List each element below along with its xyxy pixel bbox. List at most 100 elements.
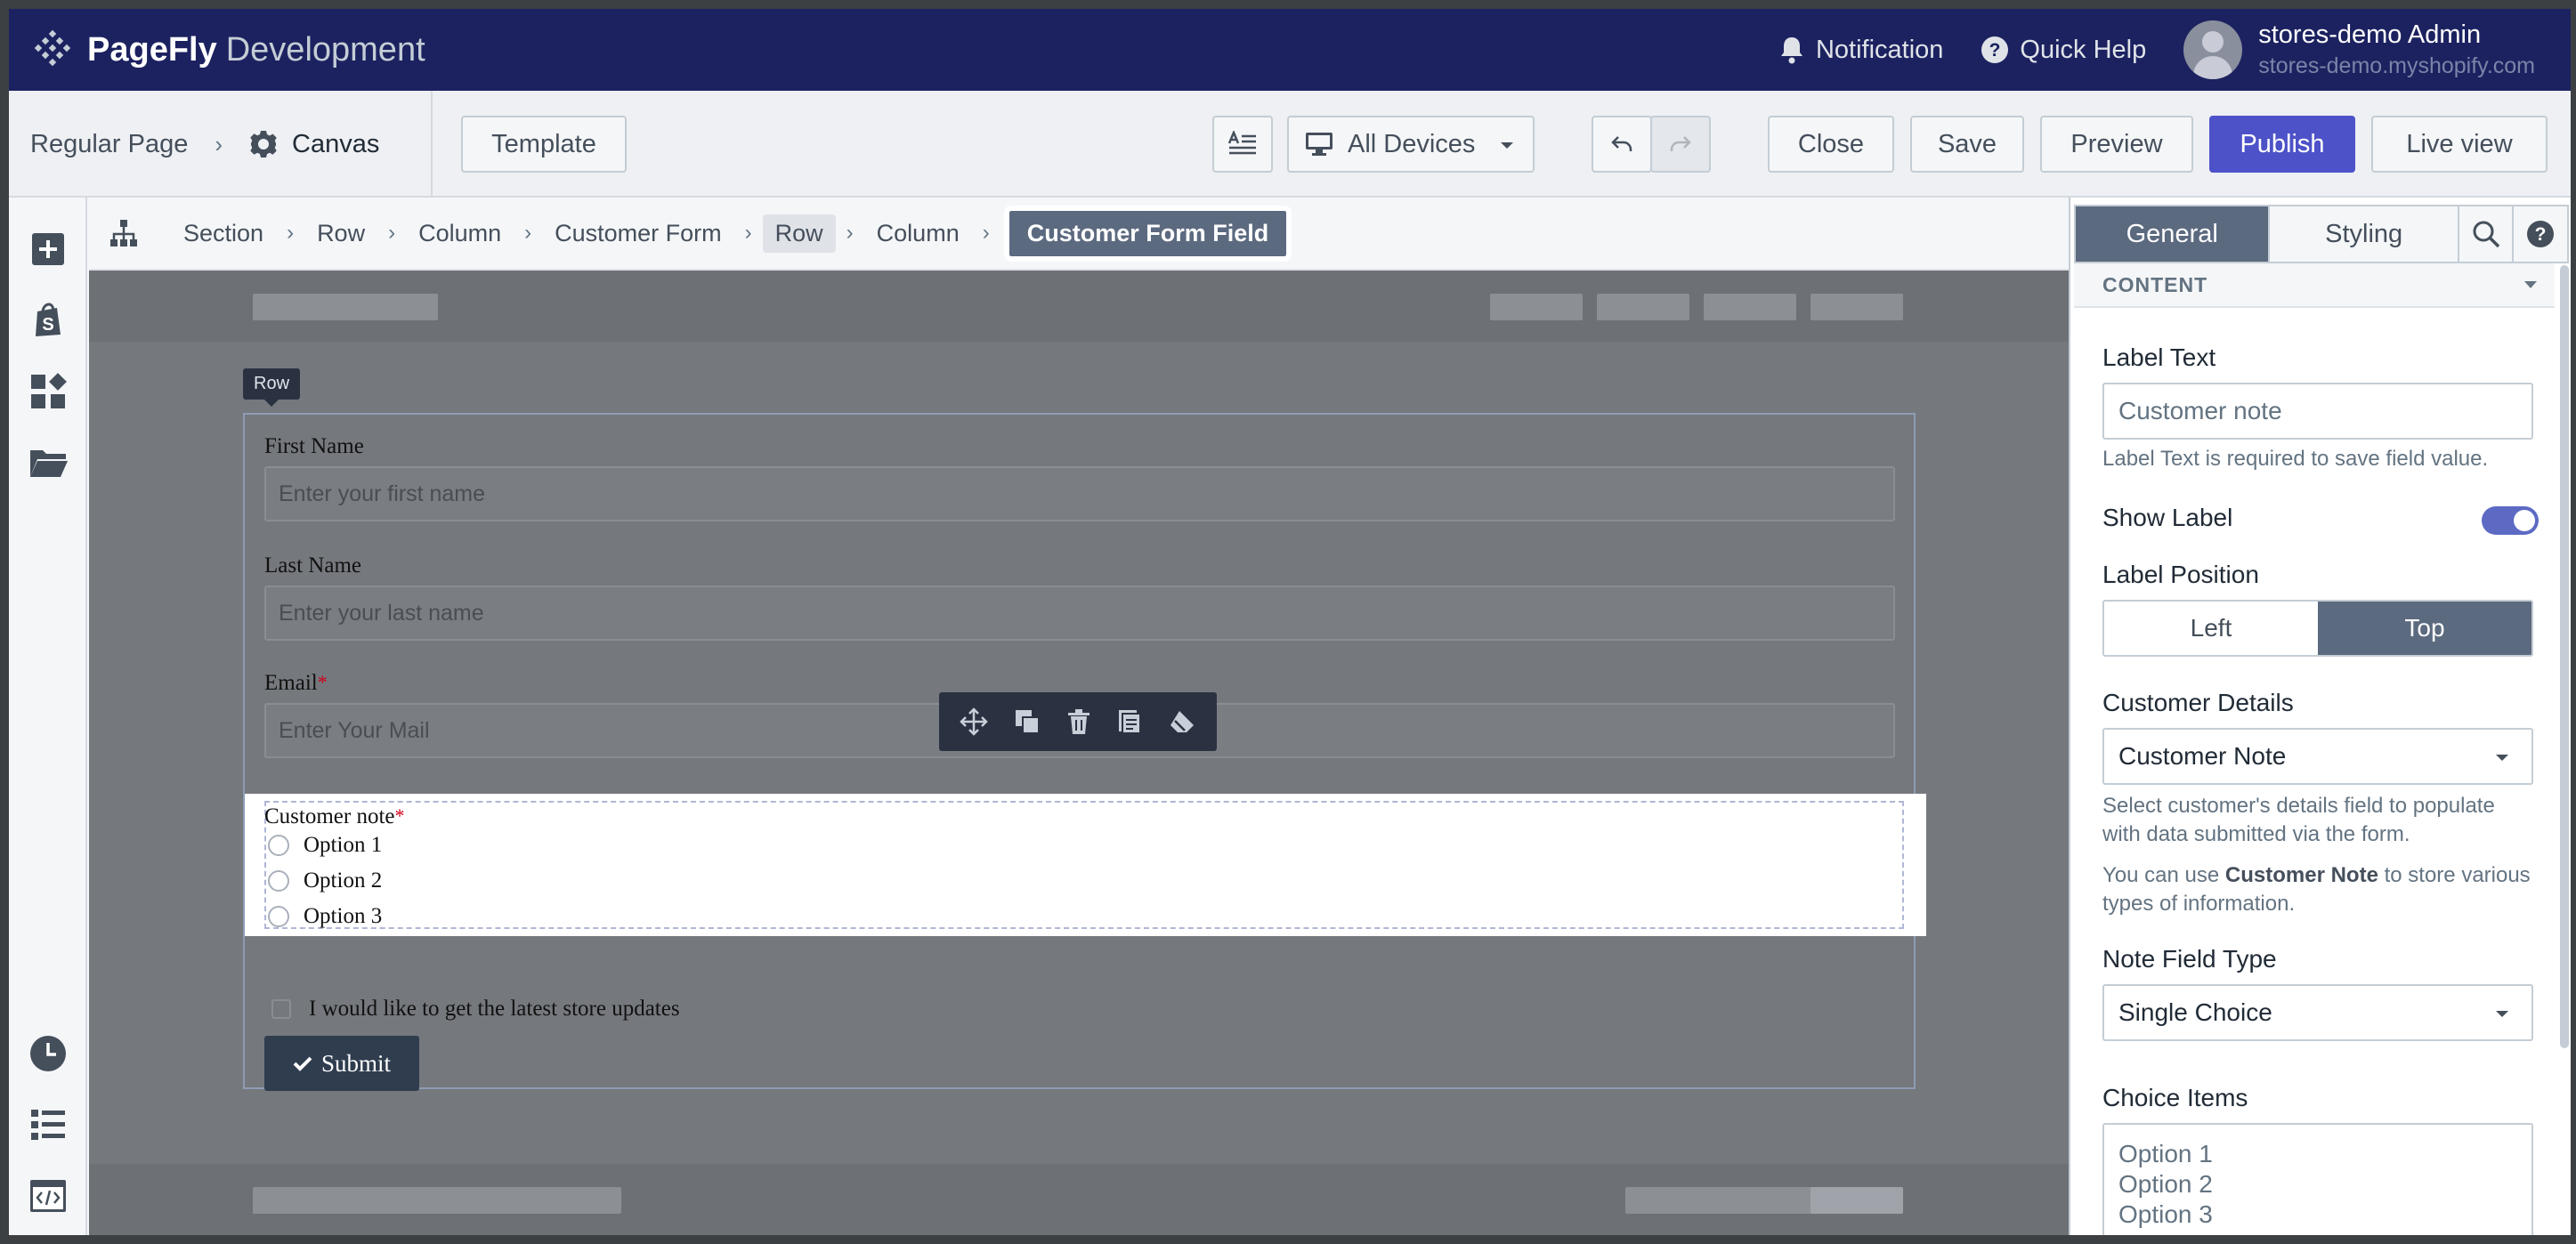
search-icon	[2473, 221, 2499, 248]
crumb-row-inner[interactable]: Row	[762, 214, 836, 253]
undo-button[interactable]	[1592, 116, 1652, 173]
save-as-section-icon[interactable]	[1117, 708, 1142, 735]
radio-option-2[interactable]: Option 2	[268, 868, 382, 893]
left-sidebar: S	[9, 198, 87, 1235]
search-button[interactable]	[2457, 206, 2513, 262]
chevron-right-icon: ›	[287, 221, 295, 245]
tab-styling[interactable]: Styling	[2268, 206, 2457, 262]
element-breadcrumb: Section › Row › Column › Customer Form ›…	[89, 198, 2069, 271]
panel-tabs: General Styling ?	[2074, 205, 2569, 263]
shopify-icon[interactable]: S	[28, 301, 68, 340]
submit-button[interactable]: Submit	[264, 1036, 419, 1091]
history-icon[interactable]	[28, 1034, 68, 1073]
preview-button[interactable]: Preview	[2040, 116, 2193, 173]
template-button[interactable]: Template	[461, 116, 627, 173]
selected-customer-note-field[interactable]: Customer note* Option 1 Option 2 Option …	[245, 794, 1926, 936]
help-button[interactable]: ?	[2512, 206, 2567, 262]
apps-icon[interactable]	[28, 372, 68, 411]
pagefly-logo-icon	[34, 29, 71, 67]
question-circle-icon: ?	[1981, 36, 2009, 63]
caret-down-icon	[2496, 755, 2508, 761]
crumb-customer-form[interactable]: Customer Form	[542, 214, 734, 253]
crumb-row[interactable]: Row	[304, 214, 377, 253]
note-field-type-select[interactable]: Single Choice	[2102, 984, 2533, 1041]
first-name-label: First Name	[264, 434, 364, 458]
notification-label: Notification	[1815, 35, 1944, 64]
chevron-right-icon: ›	[982, 221, 990, 245]
chevron-right-icon: ›	[388, 221, 396, 245]
first-name-input[interactable]: Enter your first name	[264, 466, 1895, 521]
crumb-active-element[interactable]: Customer Form Field	[1003, 205, 1292, 262]
show-label-toggle[interactable]	[2482, 506, 2539, 535]
brand-name: PageFly	[87, 30, 217, 69]
last-name-input[interactable]: Enter your last name	[264, 586, 1895, 641]
customer-note-help: You can use Customer Note to store vario…	[2102, 863, 2531, 916]
label-text-input[interactable]: Customer note	[2102, 383, 2533, 440]
folder-icon[interactable]	[28, 443, 68, 482]
panel-scrollbar[interactable]	[2560, 265, 2569, 1048]
code-editor-icon[interactable]	[28, 1176, 68, 1216]
checkmark-icon	[293, 1056, 312, 1071]
chevron-right-icon: ›	[744, 221, 752, 245]
required-mark: *	[317, 671, 328, 693]
radio-circle-icon	[268, 906, 289, 927]
chevron-right-icon: ›	[846, 221, 854, 245]
choice-items-textarea[interactable]: Option 1 Option 2 Option 3	[2102, 1123, 2533, 1235]
publish-button[interactable]: Publish	[2209, 116, 2355, 173]
chevron-right-icon: ›	[524, 221, 532, 245]
save-button[interactable]: Save	[1910, 116, 2024, 173]
tab-general[interactable]: General	[2076, 206, 2269, 262]
label-position-control: Left Top	[2102, 600, 2533, 657]
layers-list-icon[interactable]	[28, 1105, 68, 1144]
sitemap-icon[interactable]	[109, 218, 139, 248]
customer-details-select[interactable]: Customer Note	[2102, 728, 2533, 785]
editor-canvas: Row First Name Enter your first name Las…	[89, 271, 2069, 1235]
duplicate-icon[interactable]	[1014, 708, 1041, 735]
move-icon[interactable]	[959, 707, 988, 736]
svg-text:?: ?	[1989, 40, 2001, 61]
element-action-toolbar	[939, 692, 1217, 751]
text-editor-button[interactable]	[1212, 116, 1273, 173]
crumb-section[interactable]: Section	[171, 214, 276, 253]
user-menu[interactable]: stores-demo Admin stores-demo.myshopify.…	[2183, 20, 2535, 79]
newsletter-checkbox[interactable]: I would like to get the latest store upd…	[271, 997, 680, 1022]
canvas-settings-button[interactable]: Canvas	[249, 130, 379, 159]
label-position-title: Label Position	[2102, 561, 2259, 588]
position-top-option[interactable]: Top	[2318, 602, 2531, 655]
page-type-link[interactable]: Regular Page	[30, 130, 188, 159]
crumb-column-inner[interactable]: Column	[864, 214, 972, 253]
quick-help-label: Quick Help	[2020, 35, 2147, 64]
close-button[interactable]: Close	[1768, 116, 1894, 173]
radio-option-1[interactable]: Option 1	[268, 833, 382, 858]
quick-help-button[interactable]: ? Quick Help	[1981, 36, 2146, 65]
trash-icon[interactable]	[1066, 708, 1091, 735]
svg-text:?: ?	[2535, 224, 2547, 245]
undo-icon	[1611, 136, 1632, 151]
notification-button[interactable]: Notification	[1778, 36, 1943, 65]
live-view-button[interactable]: Live view	[2371, 116, 2548, 173]
label-text-help: Label Text is required to save field val…	[2102, 447, 2489, 471]
eraser-icon[interactable]	[1168, 709, 1196, 734]
caret-down-icon	[1501, 142, 1513, 149]
radio-option-3[interactable]: Option 3	[268, 904, 382, 929]
email-label: Email*	[264, 671, 328, 695]
radio-circle-icon	[268, 870, 289, 892]
chevron-right-icon: ›	[215, 130, 223, 158]
app-logo[interactable]: PageFly Development	[32, 29, 425, 70]
device-select[interactable]: All Devices	[1287, 116, 1535, 173]
content-section-header[interactable]: CONTENT	[2074, 263, 2555, 308]
device-label: All Devices	[1348, 129, 1476, 158]
editor-toolbar: Regular Page › Canvas Template All Devic…	[9, 91, 2571, 198]
help-circle-icon: ?	[2527, 221, 2555, 247]
last-name-label: Last Name	[264, 553, 361, 578]
required-mark: *	[394, 804, 405, 827]
position-left-option[interactable]: Left	[2104, 602, 2318, 655]
customer-note-label: Customer note*	[264, 804, 405, 828]
canvas-label: Canvas	[292, 129, 380, 158]
customer-details-help: Select customer's details field to popul…	[2102, 794, 2495, 846]
add-element-icon[interactable]	[28, 230, 68, 269]
text-align-icon	[1227, 131, 1256, 155]
redo-button[interactable]	[1650, 116, 1711, 173]
crumb-column[interactable]: Column	[406, 214, 514, 253]
inspector-panel: General Styling ? CONTENT Label Text Cus…	[2069, 198, 2571, 1235]
